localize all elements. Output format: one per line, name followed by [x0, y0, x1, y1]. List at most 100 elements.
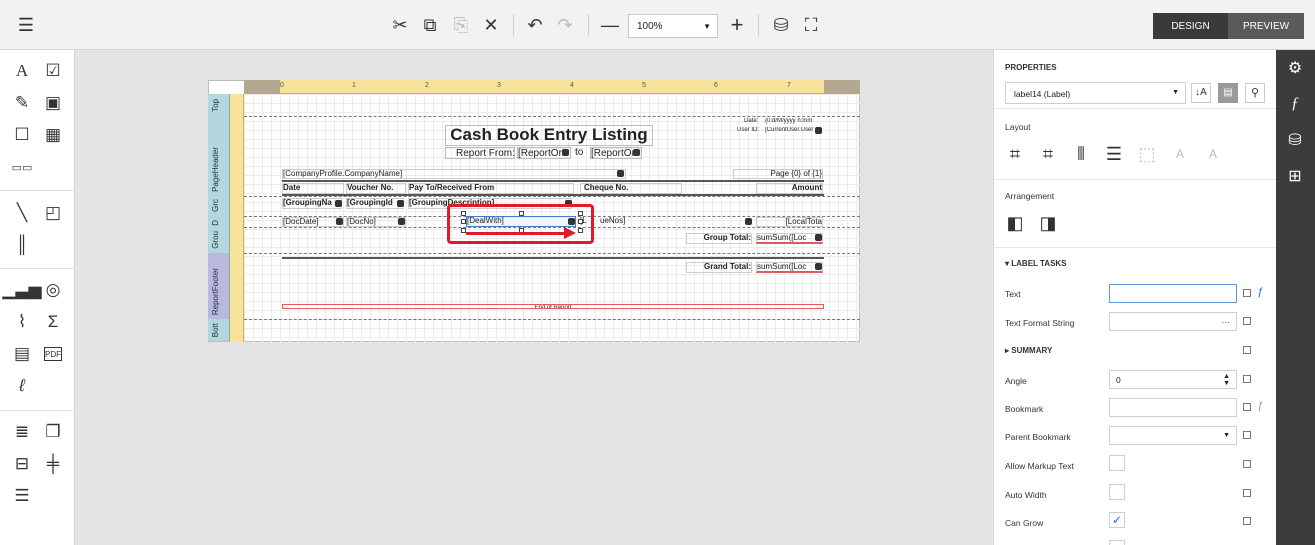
band-report-footer[interactable]: ReportFooter: [208, 253, 230, 319]
text-format-input[interactable]: ···: [1109, 312, 1237, 331]
zoom-select[interactable]: 100% ▼: [628, 14, 718, 38]
spin-icon[interactable]: ▲ ▼: [1223, 373, 1230, 387]
parent-bookmark-select[interactable]: ▼: [1109, 426, 1237, 445]
expression-icon[interactable]: ƒ: [1257, 400, 1263, 412]
company-name-field[interactable]: [CompanyProfile.CompanyName]: [282, 169, 626, 179]
expression-icon[interactable]: ƒ: [1257, 286, 1263, 298]
center-horizontally-icon[interactable]: ⫴: [1071, 144, 1091, 164]
local-total-field[interactable]: [LocalTota: [756, 217, 823, 227]
property-marker[interactable]: [1243, 346, 1251, 354]
grouping-id-field[interactable]: [GroupingId: [346, 198, 404, 209]
band-bottom-margin[interactable]: Bott: [208, 319, 230, 341]
to-label[interactable]: to: [575, 147, 583, 158]
zoom-in-icon[interactable]: +: [727, 14, 747, 36]
full-screen-icon[interactable]: ⛶: [801, 15, 821, 35]
band-top-margin[interactable]: Top: [208, 94, 230, 116]
selected-control-select[interactable]: label14 (Label) ▼: [1005, 82, 1186, 104]
label-tasks-heading[interactable]: ▾ LABEL TASKS: [1005, 259, 1067, 268]
grouping-name-field[interactable]: [GroupingNa: [282, 198, 342, 209]
report-from-label[interactable]: Report From:: [445, 147, 515, 159]
pdf-content-tool-icon[interactable]: PDF: [44, 347, 62, 361]
end-of-report-label[interactable]: End of Report: [282, 304, 824, 309]
property-marker[interactable]: [1243, 375, 1251, 383]
property-marker[interactable]: [1243, 460, 1251, 468]
bring-to-front-icon[interactable]: ◧: [1005, 213, 1025, 233]
chart-tool-icon[interactable]: ▁▃▅: [2, 278, 41, 302]
angle-input[interactable]: 0 ▲ ▼: [1109, 370, 1237, 389]
group-total-label[interactable]: Group Total:: [686, 233, 752, 244]
fit-font-icon[interactable]: A: [1203, 144, 1223, 164]
rich-text-tool-icon[interactable]: ✎: [10, 91, 34, 115]
character-comb-tool-icon[interactable]: ▭▭: [10, 155, 34, 179]
property-marker[interactable]: [1243, 489, 1251, 497]
label-tool-icon[interactable]: A: [10, 59, 34, 83]
categorized-icon[interactable]: ▤: [1218, 83, 1238, 103]
validate-bindings-icon[interactable]: ⛁: [771, 15, 791, 35]
doc-no-field[interactable]: [DocNo]: [346, 217, 406, 227]
user-id-label[interactable]: User ID:: [737, 127, 759, 134]
next-property-checkbox[interactable]: [1109, 540, 1125, 545]
zoom-out-icon[interactable]: —: [600, 15, 620, 35]
preview-tab[interactable]: PREVIEW: [1228, 13, 1304, 39]
table-of-contents-tool-icon[interactable]: ≣: [10, 420, 34, 444]
date-field[interactable]: {0:d/M/yyyy h:mm: [765, 118, 821, 125]
column-voucher-no[interactable]: Voucher No.: [346, 183, 406, 194]
cross-band-box-tool-icon[interactable]: ☰: [10, 484, 34, 508]
can-grow-checkbox[interactable]: ✓: [1109, 512, 1125, 528]
property-marker[interactable]: [1243, 431, 1251, 439]
group-sum-field[interactable]: sumSum([Loc: [756, 233, 823, 244]
column-pay-to[interactable]: Pay To/Received From: [408, 183, 574, 194]
bookmark-input[interactable]: [1109, 398, 1237, 417]
sparkline-tool-icon[interactable]: ⌇: [10, 310, 34, 334]
line-tool-icon[interactable]: ╲: [10, 201, 34, 225]
cross-band-line-tool-icon[interactable]: ╪: [41, 452, 65, 476]
property-marker[interactable]: [1243, 403, 1251, 411]
undo-icon[interactable]: ↶: [525, 15, 545, 35]
band-detail[interactable]: D: [208, 216, 230, 227]
delete-icon[interactable]: ✕: [481, 15, 501, 35]
send-to-back-icon[interactable]: ◨: [1038, 213, 1058, 233]
column-date[interactable]: Date: [282, 183, 344, 194]
column-cheque-no[interactable]: Cheque No.: [580, 183, 682, 194]
search-icon[interactable]: ⚲: [1245, 83, 1265, 103]
text-property-input[interactable]: [1109, 284, 1237, 303]
property-marker[interactable]: [1243, 289, 1251, 297]
cheque-nos-field[interactable]: ueNos]: [600, 217, 750, 227]
band-group-header[interactable]: Grc: [208, 196, 230, 216]
report-title[interactable]: Cash Book Entry Listing: [445, 125, 653, 146]
table-tool-icon[interactable]: ▦: [41, 123, 65, 147]
barcode-tool-icon[interactable]: ║: [10, 233, 34, 257]
band-group-footer[interactable]: Grou: [208, 227, 230, 253]
design-tab[interactable]: DESIGN: [1153, 13, 1228, 39]
signature-tool-icon[interactable]: ℓ: [10, 374, 34, 398]
redo-icon[interactable]: ↷: [555, 15, 575, 35]
ellipsis-icon[interactable]: ···: [1222, 317, 1231, 327]
hamburger-menu-icon[interactable]: ☰: [15, 14, 37, 36]
auto-width-checkbox[interactable]: [1109, 484, 1125, 500]
grand-sum-field[interactable]: sumSum([Loc: [756, 262, 823, 273]
property-marker[interactable]: [1243, 517, 1251, 525]
copy-icon[interactable]: ⧉: [420, 15, 440, 35]
database-icon[interactable]: ⛁: [1284, 129, 1306, 151]
picture-box-tool-icon[interactable]: ▣: [41, 91, 65, 115]
gear-icon[interactable]: ⚙: [1284, 57, 1306, 79]
summary-heading[interactable]: ▸ SUMMARY: [1005, 346, 1052, 355]
center-vertically-icon[interactable]: ☰: [1104, 144, 1124, 164]
user-id-field[interactable]: [CurrentUser.User: [765, 127, 815, 134]
size-to-grid-icon[interactable]: ⌗: [1038, 144, 1058, 164]
panel-tool-icon[interactable]: ☐: [10, 123, 34, 147]
summary-tool-icon[interactable]: Σ: [41, 310, 65, 334]
page-info[interactable]: Page {0} of {1}: [733, 169, 823, 179]
page-info-tool-icon[interactable]: ❐: [41, 420, 65, 444]
band-page-header[interactable]: PageHeader: [208, 116, 230, 196]
paste-icon[interactable]: ⎘: [451, 15, 471, 35]
gauge-tool-icon[interactable]: ◎: [41, 278, 65, 302]
shape-tool-icon[interactable]: ◰: [41, 201, 65, 225]
cut-icon[interactable]: ✂: [390, 15, 410, 35]
subreport-tool-icon[interactable]: ▤: [10, 342, 34, 366]
property-marker[interactable]: [1243, 317, 1251, 325]
sort-alphabetical-icon[interactable]: ↓A: [1191, 83, 1211, 103]
allow-markup-checkbox[interactable]: [1109, 455, 1125, 471]
column-amount[interactable]: Amount: [756, 183, 823, 194]
grand-total-label[interactable]: Grand Total:: [686, 262, 752, 273]
